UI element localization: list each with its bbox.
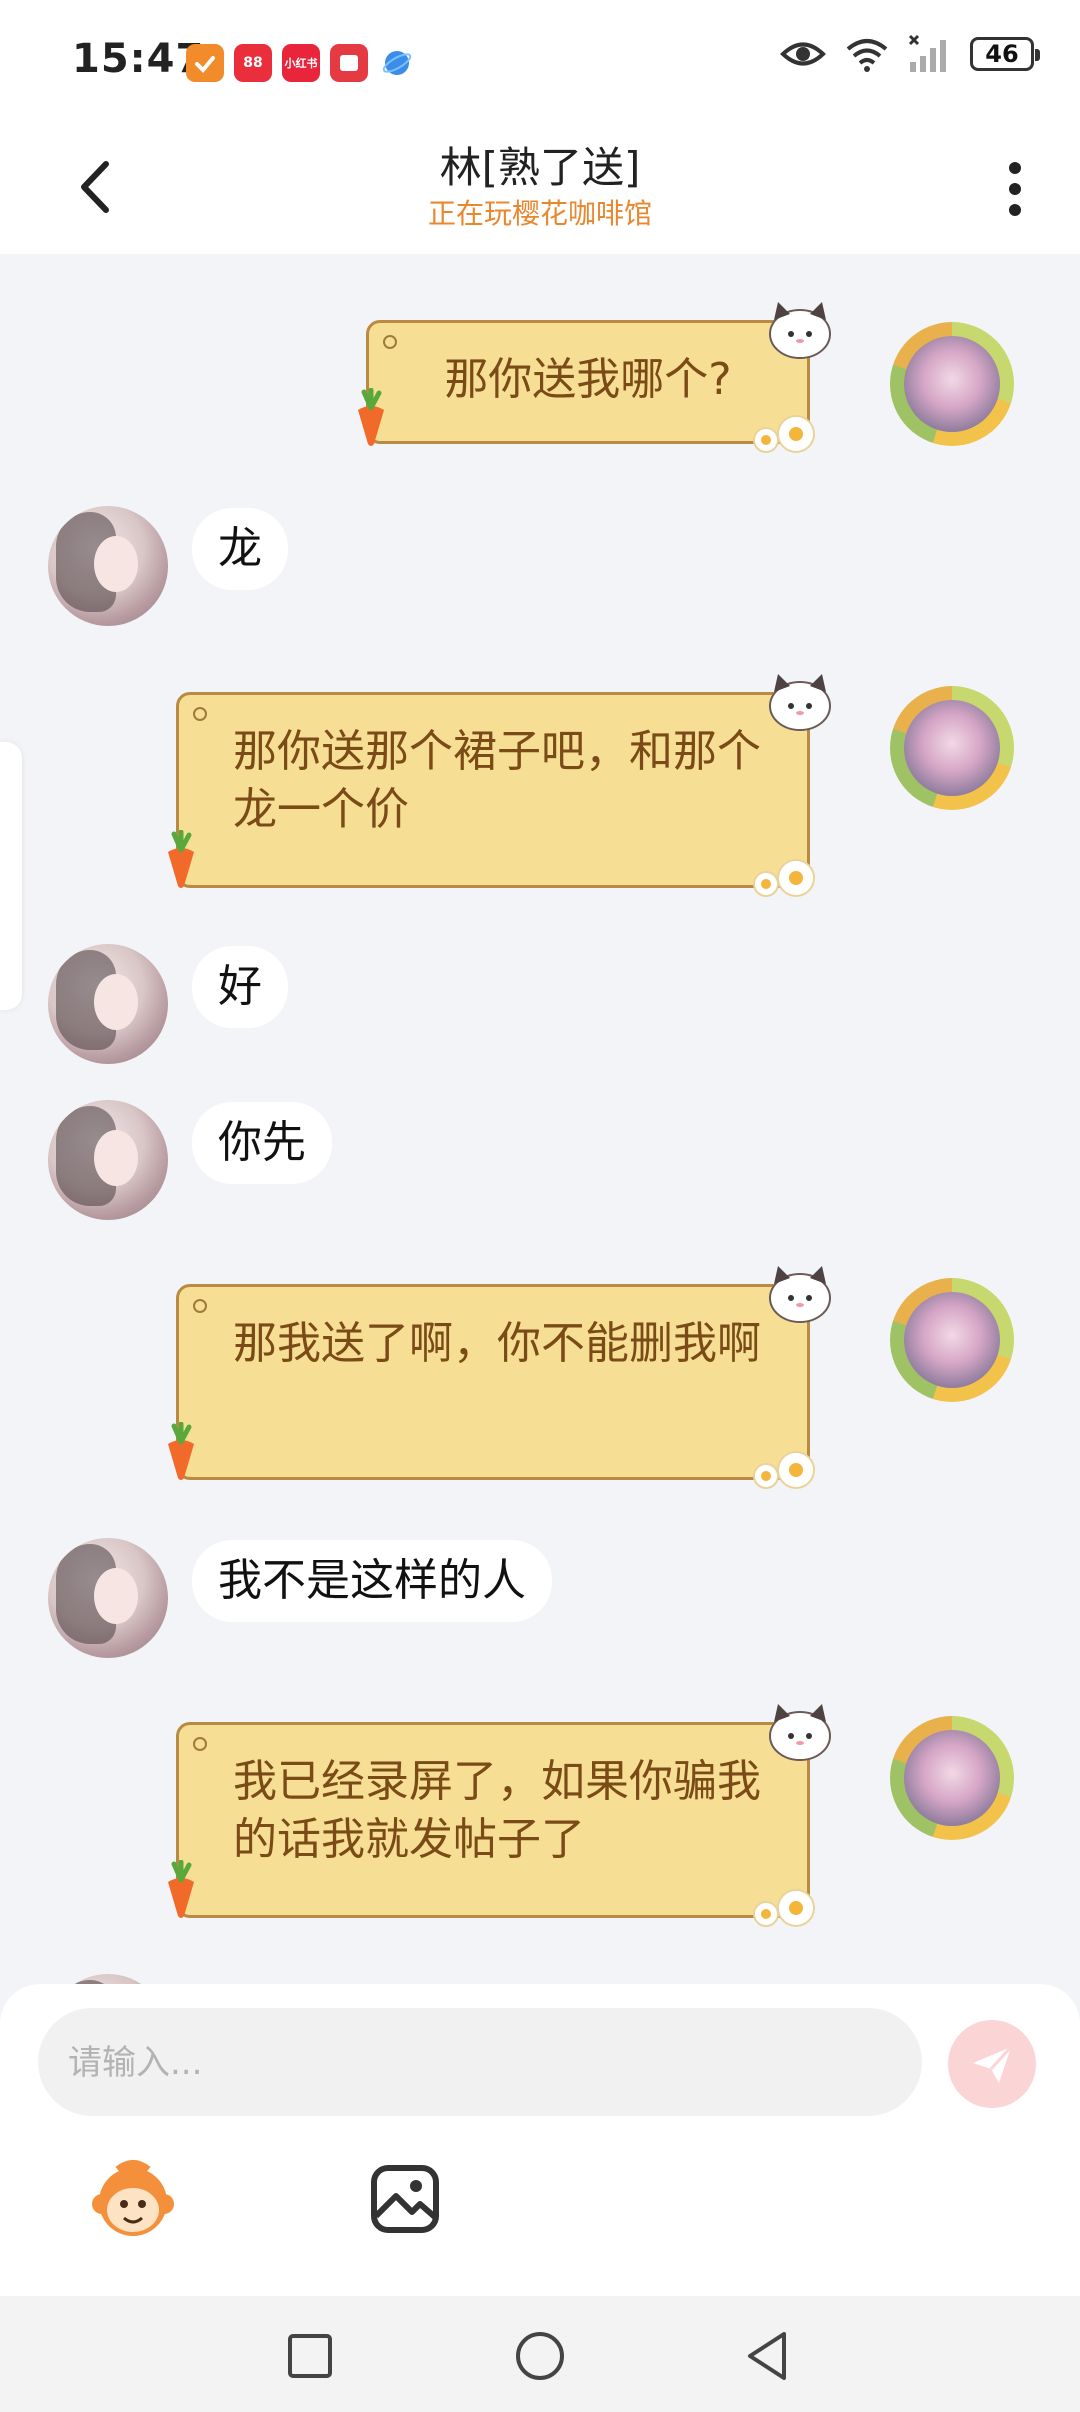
message-bubble-received[interactable]: 我不是这样的人 — [192, 1540, 552, 1622]
egg-decoration-icon — [753, 1889, 815, 1927]
message-text: 我已经录屏了，如果你骗我的话我就发帖子了 — [233, 1756, 761, 1865]
notification-icons: 88 小红书 — [186, 44, 416, 82]
bubble-rivet — [193, 707, 207, 721]
contact-avatar[interactable] — [48, 1538, 168, 1658]
message-text: 那你送我哪个? — [444, 354, 732, 405]
side-drawer-handle[interactable] — [0, 742, 22, 1010]
battery-icon: 46 — [970, 37, 1040, 71]
input-panel — [0, 1984, 1080, 2296]
carrot-icon — [358, 388, 384, 446]
back-nav-icon[interactable] — [740, 2328, 796, 2384]
app-blue-orb-icon — [378, 44, 416, 82]
my-avatar[interactable] — [882, 314, 1022, 454]
app-red-88-icon: 88 — [234, 44, 272, 82]
bubble-rivet — [193, 1737, 207, 1751]
eye-icon — [780, 42, 826, 66]
chat-message-list[interactable]: 那你送我哪个? 龙 那你送那个裙子吧，和那个龙一个价 好 你先 那我送了啊，你不… — [0, 254, 1080, 1984]
more-options-icon[interactable] — [990, 154, 1040, 224]
message-text: 那你送那个裙子吧，和那个龙一个价 — [233, 726, 761, 835]
contact-avatar[interactable] — [48, 506, 168, 626]
wifi-icon — [846, 39, 888, 72]
message-bubble-received[interactable]: 你先 — [192, 1102, 332, 1184]
message-bubble-sent[interactable]: 那你送那个裙子吧，和那个龙一个价 — [176, 692, 810, 888]
my-avatar[interactable] — [882, 1270, 1022, 1410]
my-avatar[interactable] — [882, 678, 1022, 818]
cat-sticker-icon — [769, 674, 831, 731]
monkey-emoji-icon[interactable] — [88, 2154, 178, 2244]
app-orange-icon — [186, 44, 224, 82]
carrot-icon — [168, 830, 194, 888]
cat-sticker-icon — [769, 1704, 831, 1761]
egg-decoration-icon — [753, 1451, 815, 1489]
home-icon[interactable] — [512, 2328, 568, 2384]
egg-decoration-icon — [753, 415, 815, 453]
message-bubble-sent[interactable]: 那你送我哪个? — [366, 320, 810, 444]
message-text: 那我送了啊，你不能删我啊 — [233, 1318, 761, 1369]
cat-sticker-icon — [769, 1266, 831, 1323]
carrot-icon — [168, 1422, 194, 1480]
message-input[interactable] — [66, 2008, 890, 2118]
cat-sticker-icon — [769, 302, 831, 359]
signal-icon — [908, 34, 946, 72]
recent-apps-icon[interactable] — [282, 2328, 338, 2384]
my-avatar[interactable] — [882, 1708, 1022, 1848]
carrot-icon — [168, 1860, 194, 1918]
send-button[interactable] — [948, 2020, 1036, 2108]
app-red-square-icon — [330, 44, 368, 82]
system-icons: 46 — [780, 34, 1040, 74]
contact-avatar[interactable] — [48, 1974, 168, 1984]
message-bubble-received[interactable]: 好 — [192, 946, 288, 1028]
bubble-rivet — [383, 335, 397, 349]
contact-avatar[interactable] — [48, 1100, 168, 1220]
egg-decoration-icon — [753, 859, 815, 897]
bubble-rivet — [193, 1299, 207, 1313]
send-icon — [973, 2045, 1013, 2083]
message-input-container[interactable] — [38, 2008, 922, 2118]
contact-avatar[interactable] — [48, 944, 168, 1064]
status-bar: 15:47 88 小红书 46 — [0, 0, 1080, 124]
image-icon[interactable] — [360, 2154, 450, 2244]
message-bubble-received[interactable]: 龙 — [192, 508, 288, 590]
message-bubble-sent[interactable]: 那我送了啊，你不能删我啊 — [176, 1284, 810, 1480]
chat-subtitle: 正在玩樱花咖啡馆 — [427, 197, 652, 230]
chat-header: 林[熟了送] 正在玩樱花咖啡馆 — [0, 124, 1080, 254]
system-navigation-bar — [0, 2296, 1080, 2412]
chat-title[interactable]: 林[熟了送] — [0, 134, 1080, 195]
status-time: 15:47 — [72, 36, 205, 82]
app-xiaohongshu-icon: 小红书 — [282, 44, 320, 82]
message-bubble-sent[interactable]: 我已经录屏了，如果你骗我的话我就发帖子了 — [176, 1722, 810, 1918]
